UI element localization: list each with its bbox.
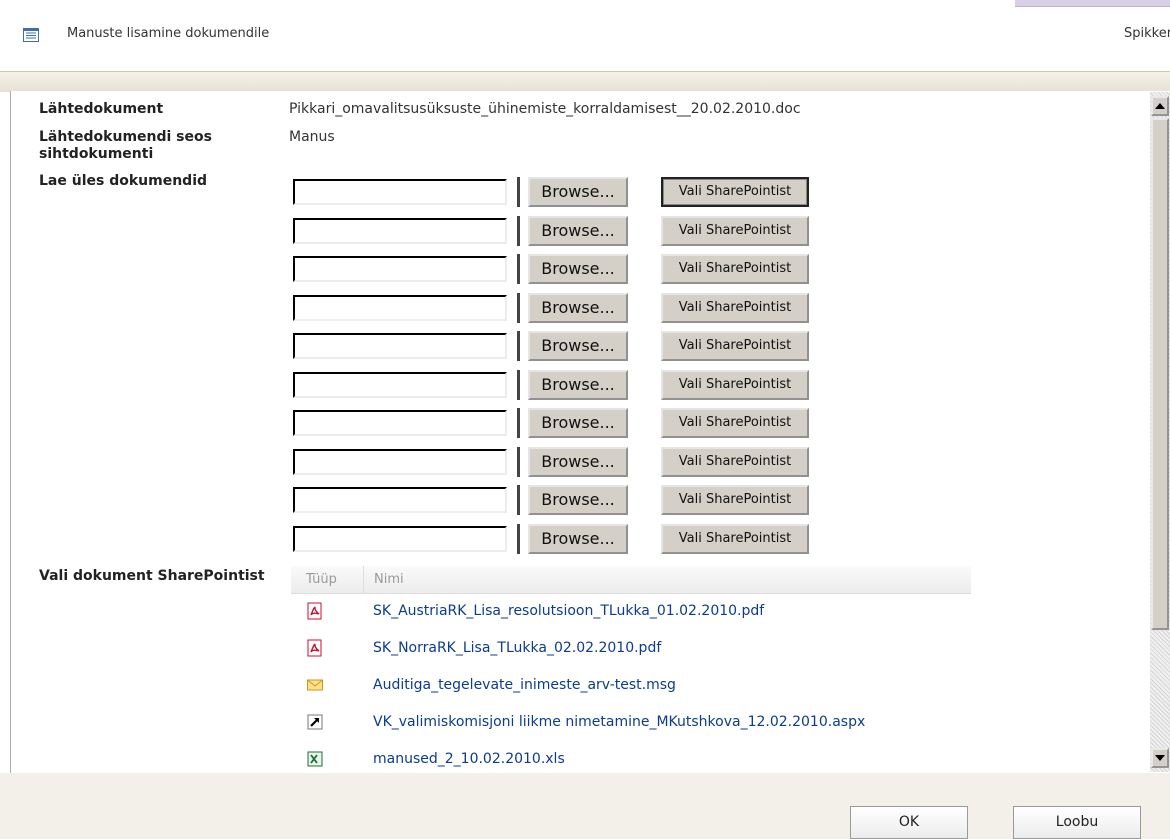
browse-button[interactable]: Browse...	[528, 331, 628, 361]
source-doc-label: Lähtedokument	[39, 101, 164, 117]
file-path-input[interactable]	[293, 217, 507, 244]
scroll-up-button[interactable]	[1151, 96, 1169, 116]
dialog-header: Manuste lisamine dokumendile Spikker	[0, 0, 1170, 72]
input-separator	[517, 408, 520, 438]
column-type: Tüüp	[306, 572, 337, 587]
browse-button[interactable]: Browse...	[528, 177, 628, 207]
document-row[interactable]: VK_valimiskomisjoni liikme nimetamine_MK…	[291, 705, 971, 741]
file-path-input[interactable]	[293, 487, 507, 513]
cancel-button[interactable]: Loobu	[1013, 806, 1141, 839]
documents-table-header: Tüüp Nimi	[291, 566, 971, 594]
file-path-input[interactable]	[293, 410, 507, 436]
document-row[interactable]: SK_AustriaRK_Lisa_resolutsioon_TLukka_01…	[291, 594, 971, 630]
document-link[interactable]: SK_AustriaRK_Lisa_resolutsioon_TLukka_01…	[373, 603, 764, 619]
dialog-footer	[0, 773, 1170, 839]
document-row[interactable]: Auditiga_tegelevate_inimeste_arv-test.ms…	[291, 668, 971, 704]
file-path-input[interactable]	[293, 333, 507, 359]
input-separator	[517, 215, 520, 246]
input-separator	[517, 446, 520, 477]
upload-row: Browse... Vali SharePointist	[293, 331, 813, 361]
upload-row: Browse... Vali SharePointist	[293, 523, 813, 554]
scroll-down-button[interactable]	[1151, 748, 1169, 768]
choose-sharepoint-button[interactable]: Vali SharePointist	[661, 331, 809, 361]
input-separator	[517, 523, 520, 554]
upload-row: Browse... Vali SharePointist	[293, 485, 813, 515]
source-doc-value: Pikkari_omavalitsusüksuste_ühinemiste_ko…	[289, 101, 801, 117]
document-row[interactable]: SK_NorraRK_Lisa_TLukka_02.02.2010.pdf	[291, 631, 971, 667]
link-icon	[306, 713, 324, 731]
upload-row: Browse... Vali SharePointist	[293, 446, 813, 477]
upload-row: Browse... Vali SharePointist	[293, 369, 813, 400]
document-link[interactable]: VK_valimiskomisjoni liikme nimetamine_MK…	[373, 714, 865, 730]
dialog-title: Manuste lisamine dokumendile	[67, 26, 270, 41]
input-separator	[517, 177, 520, 207]
document-row[interactable]: manused_2_10.02.2010.xls	[291, 742, 971, 773]
dialog-content: Lähtedokument Pikkari_omavalitsusüksuste…	[10, 91, 1170, 774]
document-link[interactable]: SK_NorraRK_Lisa_TLukka_02.02.2010.pdf	[373, 640, 661, 656]
column-name: Nimi	[363, 566, 404, 593]
file-path-input[interactable]	[293, 294, 507, 321]
upload-row: Browse... Vali SharePointist	[293, 215, 813, 246]
scrollbar-thumb[interactable]	[1151, 118, 1169, 630]
choose-sharepoint-button[interactable]: Vali SharePointist	[661, 523, 809, 554]
file-path-input[interactable]	[293, 448, 507, 475]
upload-row: Browse... Vali SharePointist	[293, 292, 813, 323]
choose-sharepoint-button[interactable]: Vali SharePointist	[661, 177, 809, 207]
input-separator	[517, 369, 520, 400]
choose-sharepoint-button[interactable]: Vali SharePointist	[661, 408, 809, 438]
choose-sharepoint-button[interactable]: Vali SharePointist	[661, 369, 809, 400]
choose-sharepoint-button[interactable]: Vali SharePointist	[661, 254, 809, 284]
browse-button[interactable]: Browse...	[528, 408, 628, 438]
choose-doc-label: Vali dokument SharePointist	[39, 568, 265, 584]
upload-row: Browse... Vali SharePointist	[293, 408, 813, 438]
upload-row: Browse... Vali SharePointist	[293, 177, 813, 207]
relation-label: Lähtedokumendi seos sihtdokumenti	[39, 129, 212, 162]
pdf-icon	[306, 602, 324, 620]
ok-button[interactable]: OK	[850, 806, 968, 839]
browse-button[interactable]: Browse...	[528, 446, 628, 477]
header-accent-bar	[1015, 0, 1170, 7]
file-path-input[interactable]	[293, 371, 507, 398]
relation-value: Manus	[289, 129, 335, 145]
document-link[interactable]: manused_2_10.02.2010.xls	[373, 751, 565, 767]
document-link[interactable]: Auditiga_tegelevate_inimeste_arv-test.ms…	[373, 677, 676, 693]
input-separator	[517, 292, 520, 323]
choose-sharepoint-button[interactable]: Vali SharePointist	[661, 292, 809, 323]
file-path-input[interactable]	[293, 525, 507, 552]
upload-row: Browse... Vali SharePointist	[293, 254, 813, 284]
pdf-icon	[306, 639, 324, 657]
help-link[interactable]: Spikker	[1124, 26, 1170, 41]
file-path-input[interactable]	[293, 179, 507, 205]
browse-button[interactable]: Browse...	[528, 523, 628, 554]
choose-sharepoint-button[interactable]: Vali SharePointist	[661, 215, 809, 246]
form-list-icon	[23, 27, 39, 42]
file-path-input[interactable]	[293, 256, 507, 282]
input-separator	[517, 254, 520, 284]
excel-icon	[306, 750, 324, 768]
input-separator	[517, 485, 520, 515]
choose-sharepoint-button[interactable]: Vali SharePointist	[661, 446, 809, 477]
input-separator	[517, 331, 520, 361]
upload-label: Lae üles dokumendid	[39, 173, 208, 189]
browse-button[interactable]: Browse...	[528, 292, 628, 323]
browse-button[interactable]: Browse...	[528, 485, 628, 515]
browse-button[interactable]: Browse...	[528, 215, 628, 246]
choose-sharepoint-button[interactable]: Vali SharePointist	[661, 485, 809, 515]
browse-button[interactable]: Browse...	[528, 254, 628, 284]
email-icon	[306, 676, 324, 694]
browse-button[interactable]: Browse...	[528, 369, 628, 400]
header-separator	[0, 71, 1170, 92]
